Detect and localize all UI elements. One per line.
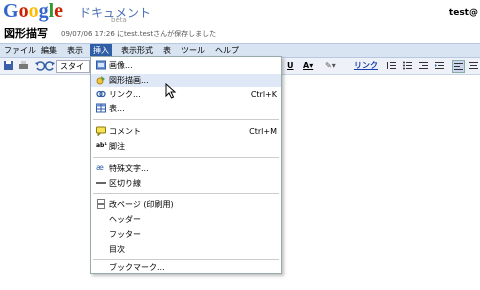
undo-icon[interactable] <box>34 60 45 71</box>
menu-item-page-break[interactable]: 改ページ (印刷用) <box>91 198 281 211</box>
menu-item-label: 図形描画... <box>109 76 149 85</box>
menu-item-footnote[interactable]: ab¹ 脚注 <box>91 140 281 153</box>
menu-item-footer[interactable]: フッター <box>91 228 281 241</box>
save-status: 09/07/06 17:26 にtest.testさんが保存しました <box>61 30 217 38</box>
menu-separator <box>93 157 279 158</box>
shortcut-label: Ctrl+M <box>249 127 277 136</box>
footnote-icon: ab¹ <box>96 142 107 149</box>
menu-item-image[interactable]: 画像... <box>91 59 281 72</box>
menu-item-label: 脚注 <box>109 142 125 151</box>
logo-letter-g2: g <box>38 0 49 22</box>
align-left-icon[interactable] <box>452 60 465 73</box>
menu-separator <box>93 259 279 260</box>
menu-item-label: 画像... <box>109 61 133 70</box>
highlight-icon[interactable]: ✎▾ <box>325 60 336 71</box>
user-account[interactable]: test@ <box>449 8 478 18</box>
horizontal-line-icon <box>96 182 106 184</box>
menu-item-label: 特殊文字... <box>109 164 149 173</box>
menu-item-header[interactable]: ヘッダー <box>91 213 281 226</box>
indent-icon[interactable] <box>434 60 445 71</box>
menu-item-special-characters[interactable]: æ 特殊文字... <box>91 162 281 175</box>
menu-separator <box>93 119 279 120</box>
menu-item-label: 改ページ (印刷用) <box>109 200 174 209</box>
menu-separator <box>93 193 279 194</box>
menu-item-bookmark[interactable]: ブックマーク... <box>91 261 281 274</box>
bullet-list-icon[interactable] <box>402 60 413 71</box>
mouse-cursor-icon <box>165 83 177 99</box>
logo-letter-o1: o <box>18 0 29 22</box>
logo-letter-g1: G <box>3 0 19 22</box>
menu-item-label: リンク... <box>109 90 141 99</box>
outdent-icon[interactable] <box>418 60 429 71</box>
logo-letter-o2: o <box>28 0 39 22</box>
menu-item-table-of-contents[interactable]: 目次 <box>91 243 281 256</box>
link-icon <box>96 90 106 98</box>
text-color-icon[interactable]: A▾ <box>303 60 313 71</box>
comment-icon <box>96 126 106 136</box>
google-logo[interactable]: Google <box>3 0 63 22</box>
menu-view[interactable]: 表示 <box>64 44 86 57</box>
special-char-icon: æ <box>96 163 104 172</box>
underline-icon[interactable]: U <box>287 60 294 71</box>
menu-item-horizontal-line[interactable]: 区切り線 <box>91 177 281 190</box>
link-button[interactable]: リンク <box>354 60 378 71</box>
drawing-icon <box>96 76 105 85</box>
menu-item-link[interactable]: リンク... Ctrl+K <box>91 88 281 101</box>
save-icon[interactable] <box>3 60 14 71</box>
table-icon <box>96 103 106 113</box>
beta-label: beta <box>111 16 127 24</box>
menu-item-label: ヘッダー <box>109 215 141 224</box>
menu-item-label: 目次 <box>109 245 125 254</box>
page-break-icon <box>97 199 105 209</box>
menu-item-table[interactable]: 表... <box>91 102 281 115</box>
shortcut-label: Ctrl+K <box>250 90 277 99</box>
print-icon[interactable] <box>18 60 29 71</box>
style-dropdown[interactable]: スタイ <box>56 60 90 73</box>
align-center-icon[interactable] <box>468 60 479 71</box>
logo-letter-e: e <box>54 0 64 22</box>
menu-edit[interactable]: 編集 <box>38 44 60 57</box>
menu-item-label: 表... <box>109 104 125 113</box>
menu-item-drawing[interactable]: 図形描画... <box>91 74 281 87</box>
menu-item-label: ブックマーク... <box>109 263 165 272</box>
redo-icon[interactable] <box>45 60 56 71</box>
menu-item-label: コメント <box>109 127 141 136</box>
insert-menu: 画像... 図形描画... リンク... Ctrl+K 表... コメント Ct… <box>90 56 282 274</box>
menu-file[interactable]: ファイル <box>1 44 39 57</box>
document-title[interactable]: 図形描写 <box>4 25 48 41</box>
numbered-list-icon[interactable] <box>386 60 397 71</box>
image-icon <box>96 60 106 70</box>
menu-item-label: 区切り線 <box>109 179 141 188</box>
menu-item-comment[interactable]: コメント Ctrl+M <box>91 125 281 138</box>
menu-item-label: フッター <box>109 230 141 239</box>
